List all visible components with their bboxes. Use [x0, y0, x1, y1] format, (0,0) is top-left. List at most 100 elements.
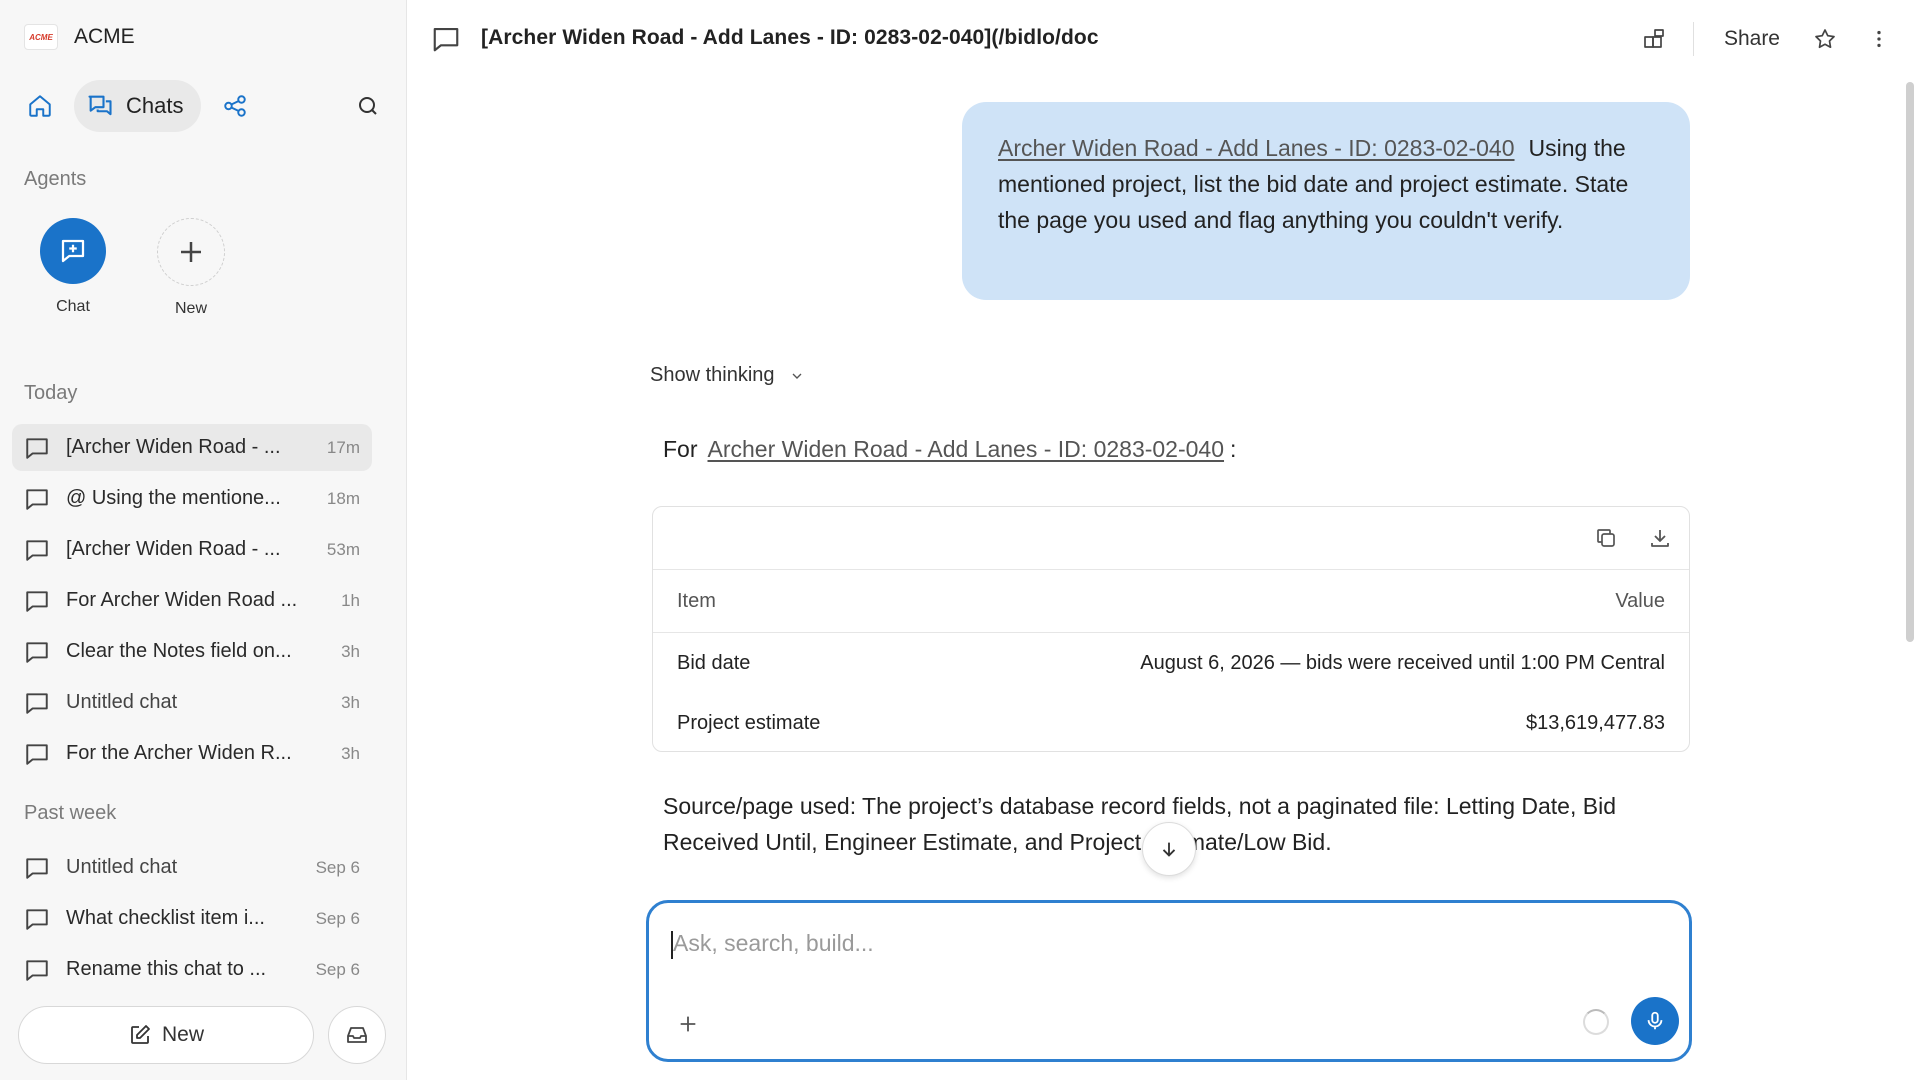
nodes-icon — [224, 95, 247, 117]
table-row: Project estimate $13,619,477.83 — [653, 693, 1689, 751]
reply-prefix: For — [663, 436, 698, 462]
chat-time: 1h — [341, 590, 360, 610]
column-header-item: Item — [677, 589, 716, 612]
table-toolbar — [653, 507, 1689, 570]
top-nav: Chats — [16, 80, 259, 132]
layout-icon — [1644, 29, 1664, 48]
arrow-down-icon — [1162, 842, 1176, 857]
chat-header: [Archer Widen Road - Add Lanes - ID: 028… — [407, 0, 1920, 80]
favorite-button[interactable] — [1804, 18, 1846, 60]
header-divider — [1692, 22, 1694, 56]
microphone-icon — [1647, 1011, 1663, 1030]
chats-tab-label: Chats — [126, 93, 184, 118]
chat-plus-icon — [61, 239, 85, 263]
download-icon — [1651, 530, 1669, 547]
agent-new-label: New — [174, 300, 207, 317]
chat-item[interactable]: @ Using the mentione... 18m — [12, 475, 372, 522]
message-composer — [646, 900, 1692, 1062]
table-header-row: Item Value — [653, 570, 1689, 633]
voice-input-button[interactable] — [1631, 997, 1679, 1045]
agent-chat-label: Chat — [56, 298, 90, 315]
chat-bubble-icon — [24, 689, 52, 717]
chat-item[interactable]: For the Archer Widen R... 3h — [12, 730, 372, 777]
scroll-fade — [407, 880, 1897, 900]
more-vertical-icon — [1877, 30, 1881, 48]
sidebar: ACME ACME Chats Agents Chat New Today [A… — [0, 0, 407, 1080]
chat-title-header[interactable]: [Archer Widen Road - Add Lanes - ID: 028… — [481, 26, 1099, 50]
chat-time: 3h — [341, 743, 360, 763]
chat-bubble-icon — [431, 24, 461, 59]
past-week-label: Past week — [24, 802, 117, 824]
agents-label: Agents — [24, 168, 87, 190]
chat-time: 18m — [326, 488, 360, 508]
chat-item[interactable]: [Archer Widen Road - ... 53m — [12, 526, 372, 573]
copy-icon — [1597, 529, 1615, 547]
inbox-button[interactable] — [328, 1006, 386, 1064]
chat-item[interactable]: Rename this chat to ... Sep 6 — [12, 946, 372, 993]
message-input[interactable] — [671, 929, 1575, 958]
more-options-button[interactable] — [1858, 18, 1900, 60]
table-cell-value: $13,619,477.83 — [1525, 711, 1665, 734]
agent-new[interactable]: New — [156, 218, 226, 318]
chat-title: @ Using the mentione... — [66, 487, 281, 509]
reply-suffix: : — [1230, 436, 1237, 462]
chat-item[interactable]: Untitled chat Sep 6 — [12, 844, 372, 891]
download-button[interactable] — [1645, 523, 1675, 553]
new-chat-button[interactable]: New — [18, 1006, 314, 1064]
project-link[interactable]: Archer Widen Road - Add Lanes - ID: 0283… — [708, 436, 1225, 462]
chat-time: Sep 6 — [315, 959, 360, 979]
chat-title: Untitled chat — [66, 691, 178, 713]
chat-title: Rename this chat to ... — [66, 958, 267, 980]
project-mention-link[interactable]: Archer Widen Road - Add Lanes - ID: 0283… — [998, 135, 1515, 161]
today-label: Today — [24, 382, 78, 404]
plus-icon — [680, 1016, 696, 1032]
chat-title: [Archer Widen Road - ... — [66, 538, 281, 560]
search-icon — [359, 97, 377, 115]
user-message: Archer Widen Road - Add Lanes - ID: 0283… — [962, 102, 1690, 300]
workflows-button[interactable] — [211, 80, 259, 132]
chat-time: 3h — [341, 641, 360, 661]
table-row: Bid date August 6, 2026 — bids were rece… — [653, 633, 1689, 693]
chats-icon — [88, 95, 112, 116]
table-cell-item: Bid date — [677, 651, 751, 674]
column-header-value: Value — [1615, 589, 1665, 612]
show-thinking-label: Show thinking — [650, 364, 775, 386]
chat-bubble-icon — [24, 740, 52, 768]
today-chat-list: [Archer Widen Road - ... 17m @ Using the… — [12, 424, 372, 781]
chat-time: 17m — [326, 437, 360, 457]
chat-bubble-icon — [24, 485, 52, 513]
table-cell-value: August 6, 2026 — bids were received unti… — [1140, 651, 1665, 674]
header-actions: Share — [1633, 18, 1900, 60]
scrollbar[interactable] — [1906, 82, 1914, 642]
inbox-icon — [347, 1027, 367, 1043]
chat-item[interactable]: For Archer Widen Road ... 1h — [12, 577, 372, 624]
attach-button[interactable] — [673, 1009, 703, 1039]
home-icon — [29, 95, 51, 117]
chats-tab[interactable]: Chats — [74, 80, 202, 132]
app-name: ACME — [74, 25, 135, 48]
home-button[interactable] — [16, 80, 64, 132]
chat-item[interactable]: [Archer Widen Road - ... 17m — [12, 424, 372, 471]
chat-title: For the Archer Widen R... — [66, 742, 292, 764]
result-table: Item Value Bid date August 6, 2026 — bid… — [652, 506, 1690, 752]
chat-bubble-icon — [24, 638, 52, 666]
chat-title: Clear the Notes field on... — [66, 640, 292, 662]
chat-time: Sep 6 — [315, 908, 360, 928]
chat-title: Untitled chat — [66, 856, 178, 878]
chat-bubble-icon — [24, 434, 52, 462]
agent-chat[interactable]: Chat — [38, 218, 108, 316]
chat-item[interactable]: What checklist item i... Sep 6 — [12, 895, 372, 942]
chat-item[interactable]: Untitled chat 3h — [12, 679, 372, 726]
show-thinking-toggle[interactable]: Show thinking — [650, 364, 805, 387]
search-button[interactable] — [350, 88, 386, 124]
chat-bubble-icon — [24, 956, 52, 984]
scroll-to-bottom-button[interactable] — [1142, 822, 1196, 876]
brand[interactable]: ACME ACME — [24, 24, 135, 50]
chat-bubble-icon — [24, 854, 52, 882]
new-chat-label: New — [161, 1023, 204, 1046]
copy-button[interactable] — [1591, 523, 1621, 553]
share-button[interactable]: Share — [1712, 18, 1792, 60]
past-week-chat-list: Untitled chat Sep 6 What checklist item … — [12, 844, 372, 997]
layout-button[interactable] — [1633, 18, 1675, 60]
chat-item[interactable]: Clear the Notes field on... 3h — [12, 628, 372, 675]
